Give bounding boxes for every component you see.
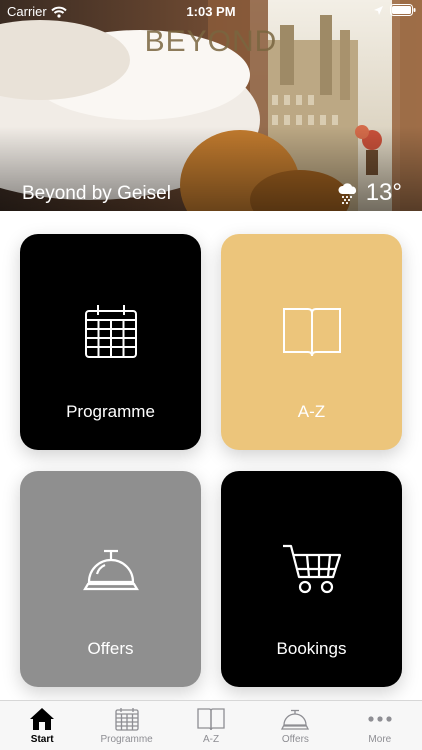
tab-programme-label: Programme	[100, 734, 153, 745]
tab-a-z-label: A-Z	[202, 734, 220, 745]
hotel-name: Beyond by Geisel	[22, 183, 171, 204]
programme-tile-label: Programme	[66, 402, 155, 421]
tab-bar: Start Programme A-Z Offers More	[0, 700, 422, 750]
calendar-icon	[114, 708, 139, 731]
location-arrow-icon	[374, 5, 383, 15]
service-bell-icon	[281, 709, 310, 730]
a-z-tile-label: A-Z	[297, 402, 326, 421]
cloud-rain-icon	[338, 183, 356, 205]
bookings-tile-label: Bookings	[276, 639, 347, 658]
calendar-icon	[84, 305, 137, 358]
tab-offers[interactable]: Offers	[253, 701, 337, 750]
book-icon	[197, 708, 225, 731]
status-time: 1:03 PM	[186, 4, 236, 19]
a-z-tile[interactable]: A-Z	[221, 234, 402, 450]
tab-more[interactable]: More	[338, 701, 422, 750]
brand-logo: BEYOND	[144, 25, 278, 58]
battery-icon	[390, 4, 416, 16]
tab-a-z[interactable]: A-Z	[169, 701, 253, 750]
app-screen: Carrier 1:03 PM BEYOND Beyond by Geisel …	[0, 0, 422, 750]
shopping-cart-icon	[282, 544, 341, 594]
status-icons	[373, 4, 416, 16]
service-bell-icon	[82, 549, 139, 591]
status-bar: Carrier 1:03 PM	[0, 0, 422, 22]
tab-programme[interactable]: Programme	[84, 701, 168, 750]
tab-offers-label: Offers	[281, 734, 309, 745]
offers-tile[interactable]: Offers	[20, 471, 201, 687]
ellipsis-icon	[368, 716, 392, 722]
offers-tile-label: Offers	[87, 639, 134, 658]
tab-start[interactable]: Start	[0, 701, 84, 750]
temperature: 13°	[365, 179, 402, 206]
tab-start-label: Start	[30, 734, 54, 745]
weather-widget: 13°	[336, 179, 402, 207]
programme-tile[interactable]: Programme	[20, 234, 201, 450]
home-icon	[30, 708, 55, 730]
header-hero: Carrier 1:03 PM BEYOND Beyond by Geisel …	[0, 0, 422, 211]
bookings-tile[interactable]: Bookings	[221, 471, 402, 687]
book-icon	[282, 308, 341, 357]
tab-more-label: More	[368, 734, 392, 745]
